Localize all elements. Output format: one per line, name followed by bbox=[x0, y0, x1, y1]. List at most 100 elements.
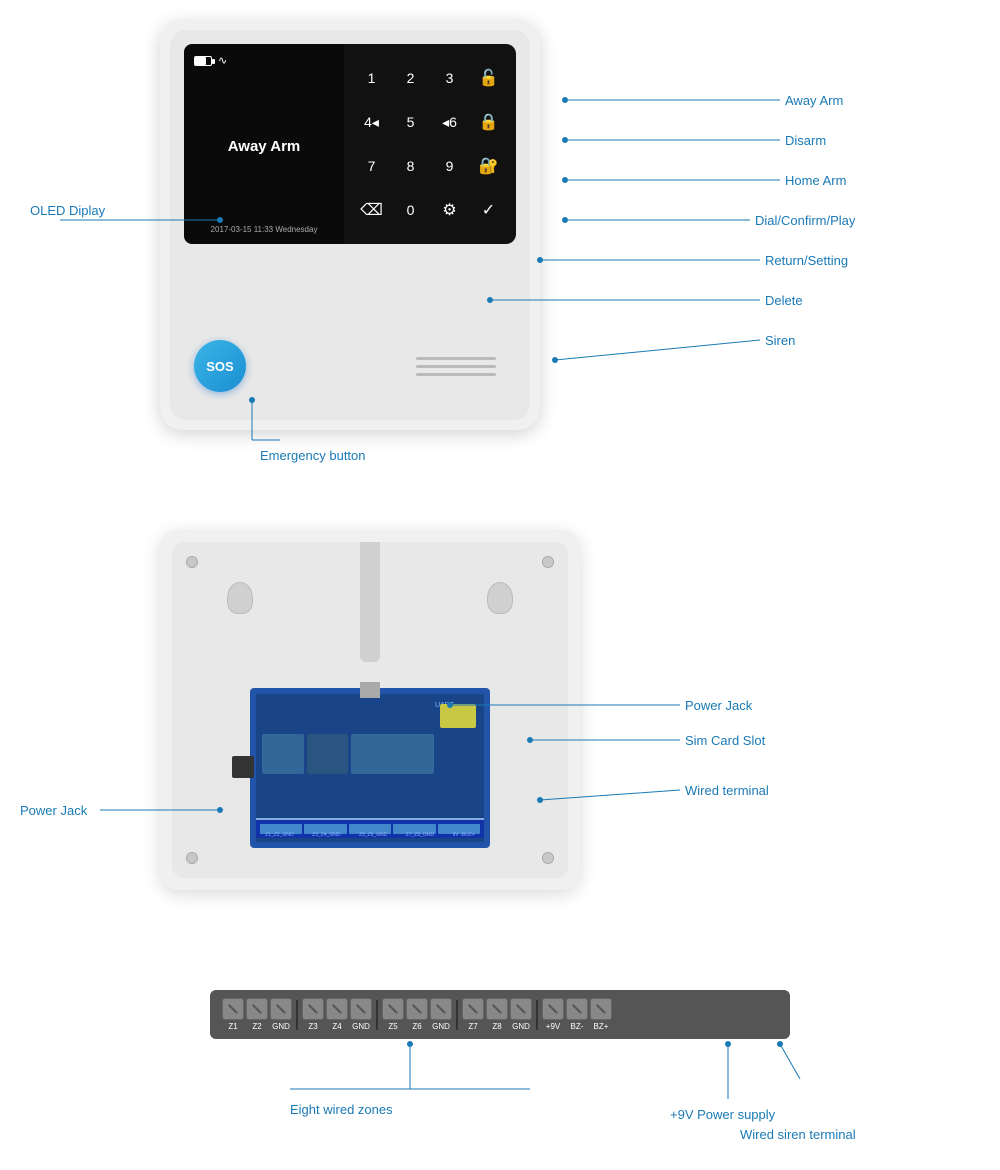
ann-sos-label: Emergency button bbox=[260, 448, 366, 463]
terminal-group-4: Z7 Z8 GND bbox=[462, 998, 532, 1031]
terminal-group-2: Z3 Z4 GND bbox=[302, 998, 372, 1031]
ann-siren-label: Siren bbox=[765, 333, 795, 348]
terminal-screw-z2[interactable] bbox=[246, 998, 268, 1020]
terminal-screw-gnd2[interactable] bbox=[350, 998, 372, 1020]
terminal-9v: +9V bbox=[542, 998, 564, 1031]
terminal-label-z6: Z6 bbox=[412, 1022, 421, 1031]
ann-power-jack-left: Power Jack bbox=[20, 803, 88, 818]
front-bottom: SOS bbox=[184, 326, 516, 406]
terminal-z2: Z2 bbox=[246, 998, 268, 1031]
ann-eight-zones: Eight wired zones bbox=[290, 1102, 393, 1117]
ann-delete-label: Delete bbox=[765, 293, 803, 308]
terminal-label-z8: Z8 bbox=[492, 1022, 501, 1031]
ann-wired-terminal: Wired terminal bbox=[685, 783, 769, 798]
ann-sim-slot: Sim Card Slot bbox=[685, 733, 766, 748]
terminal-gnd4: GND bbox=[510, 998, 532, 1031]
key-dial-confirm[interactable]: ✓ bbox=[471, 190, 506, 230]
key-2[interactable]: 2 bbox=[393, 58, 428, 98]
screw-bl bbox=[186, 852, 198, 864]
terminal-label-bzplus: BZ+ bbox=[594, 1022, 609, 1031]
front-device-inner: ∿ Away Arm 2017-03-15 11:33 Wednesday 1 … bbox=[170, 30, 530, 420]
key-disarm[interactable]: 🔒 bbox=[471, 102, 506, 142]
terminal-screw-z6[interactable] bbox=[406, 998, 428, 1020]
terminal-screw-gnd1[interactable] bbox=[270, 998, 292, 1020]
terminal-z3: Z3 bbox=[302, 998, 324, 1031]
terminal-section: Z1 Z2 GND Z3 Z4 bbox=[0, 970, 1000, 1170]
back-panel-section: UART bbox=[0, 510, 1000, 970]
terminal-screw-z1[interactable] bbox=[222, 998, 244, 1020]
terminal-screw-bzminus[interactable] bbox=[566, 998, 588, 1020]
ann-return-label: Return/Setting bbox=[765, 253, 848, 268]
terminal-strip-container: Z1 Z2 GND Z3 Z4 bbox=[210, 990, 790, 1159]
terminal-screw-9v[interactable] bbox=[542, 998, 564, 1020]
terminal-label-gnd4: GND bbox=[512, 1022, 530, 1031]
terminal-annotations: Eight wired zones +9V Power supply Wired… bbox=[210, 1039, 910, 1159]
key-1[interactable]: 1 bbox=[354, 58, 389, 98]
terminal-label-gnd2: GND bbox=[352, 1022, 370, 1031]
key-home-arm[interactable]: 🔐 bbox=[471, 146, 506, 186]
touchscreen[interactable]: ∿ Away Arm 2017-03-15 11:33 Wednesday 1 … bbox=[184, 44, 516, 244]
terminal-screw-z5[interactable] bbox=[382, 998, 404, 1020]
pcb-chip-3 bbox=[351, 734, 434, 774]
terminal-screw-z3[interactable] bbox=[302, 998, 324, 1020]
divider-1 bbox=[296, 1000, 298, 1030]
ann-9v-power: +9V Power supply bbox=[670, 1107, 776, 1122]
power-jack-component bbox=[232, 756, 254, 778]
divider-4 bbox=[536, 1000, 538, 1030]
divider-2 bbox=[376, 1000, 378, 1030]
terminal-label-z3: Z3 bbox=[308, 1022, 317, 1031]
ann-home-arm-label: Home Arm bbox=[785, 173, 846, 188]
front-device: ∿ Away Arm 2017-03-15 11:33 Wednesday 1 … bbox=[160, 20, 540, 430]
pcb-board: UART bbox=[250, 688, 490, 848]
terminal-group-5: +9V BZ- BZ+ bbox=[542, 998, 612, 1031]
screw-br bbox=[542, 852, 554, 864]
terminal-label-z2: Z2 bbox=[252, 1022, 261, 1031]
divider-3 bbox=[456, 1000, 458, 1030]
terminal-z5: Z5 bbox=[382, 998, 404, 1031]
terminal-screw-z8[interactable] bbox=[486, 998, 508, 1020]
terminal-gnd3: GND bbox=[430, 998, 452, 1031]
back-device-inner: UART bbox=[172, 542, 568, 878]
center-divider bbox=[360, 542, 380, 662]
sim-card-slot-component bbox=[440, 704, 476, 728]
terminal-screw-gnd3[interactable] bbox=[430, 998, 452, 1020]
key-7[interactable]: 7 bbox=[354, 146, 389, 186]
key-away-arm[interactable]: 🔓 bbox=[471, 58, 506, 98]
ann-dial-label: Dial/Confirm/Play bbox=[755, 213, 856, 228]
key-6[interactable]: ◂6 bbox=[432, 102, 467, 142]
oled-display: ∿ Away Arm 2017-03-15 11:33 Wednesday bbox=[184, 44, 344, 244]
key-3[interactable]: 3 bbox=[432, 58, 467, 98]
terminal-bz+: BZ+ bbox=[590, 998, 612, 1031]
siren-line-3 bbox=[416, 373, 496, 376]
terminal-label-bzminus: BZ- bbox=[571, 1022, 584, 1031]
pcb-chip-2 bbox=[307, 734, 349, 774]
key-9[interactable]: 9 bbox=[432, 146, 467, 186]
sos-button[interactable]: SOS bbox=[194, 340, 246, 392]
oled-status-bar: ∿ bbox=[194, 54, 334, 67]
oled-status-text: Away Arm bbox=[194, 138, 334, 155]
terminal-label-gnd1: GND bbox=[272, 1022, 290, 1031]
battery-icon bbox=[194, 56, 212, 66]
terminal-group-3: Z5 Z6 GND bbox=[382, 998, 452, 1031]
terminal-screw-z7[interactable] bbox=[462, 998, 484, 1020]
key-4[interactable]: 4◂ bbox=[354, 102, 389, 142]
key-delete[interactable]: ⌫ bbox=[354, 190, 389, 230]
cable-connector bbox=[360, 682, 380, 698]
terminal-z4: Z4 bbox=[326, 998, 348, 1031]
terminal-group-1: Z1 Z2 GND bbox=[222, 998, 292, 1031]
back-device: UART bbox=[160, 530, 580, 890]
pcb-inner: UART bbox=[256, 694, 484, 842]
key-0[interactable]: 0 bbox=[393, 190, 428, 230]
terminal-label-z4: Z4 bbox=[332, 1022, 341, 1031]
terminal-z7: Z7 bbox=[462, 998, 484, 1031]
terminal-screw-bzplus[interactable] bbox=[590, 998, 612, 1020]
siren-grille bbox=[416, 351, 496, 381]
ann-wired-siren: Wired siren terminal bbox=[740, 1127, 856, 1142]
terminal-screw-gnd4[interactable] bbox=[510, 998, 532, 1020]
key-return-setting[interactable]: ⚙ bbox=[432, 190, 467, 230]
keypad-area: 1 2 3 🔓 4◂ 5 ◂6 🔒 7 8 9 🔐 ⌫ 0 ⚙ ✓ bbox=[344, 44, 516, 244]
terminal-screw-z4[interactable] bbox=[326, 998, 348, 1020]
key-8[interactable]: 8 bbox=[393, 146, 428, 186]
pcb-components-area bbox=[262, 734, 434, 774]
key-5[interactable]: 5 bbox=[393, 102, 428, 142]
